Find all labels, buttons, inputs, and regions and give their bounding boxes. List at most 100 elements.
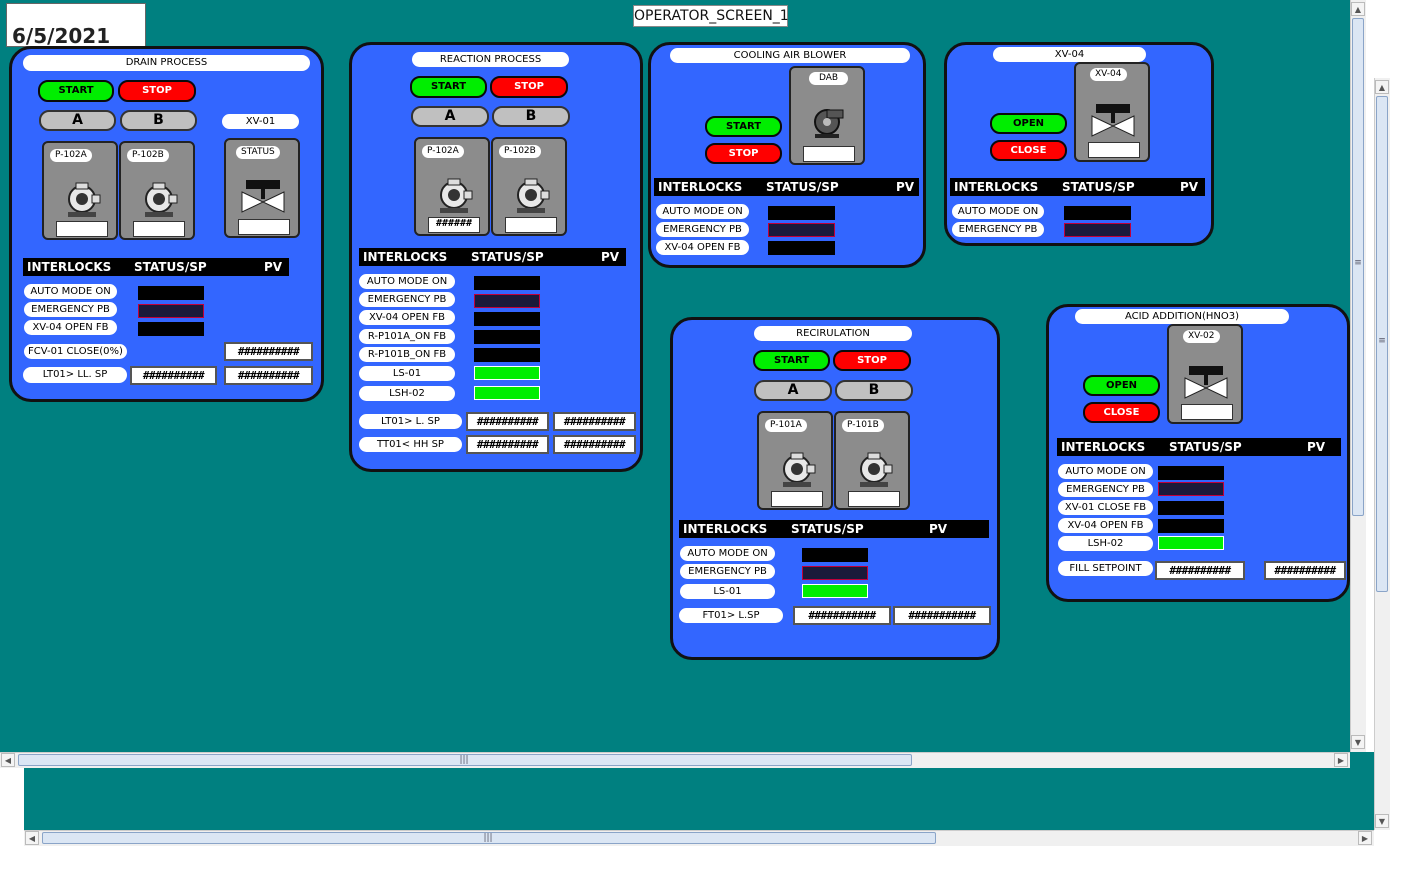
drain-auto-mode-indicator <box>138 286 204 300</box>
outer-scroll-left-arrow[interactable]: ◀ <box>25 831 39 845</box>
acid-valve[interactable]: XV-02 <box>1167 324 1243 424</box>
acid-auto-mode-label: AUTO MODE ON <box>1058 464 1153 479</box>
recirc-pump-b[interactable]: P-101B <box>834 411 910 510</box>
cooling-auto-mode-indicator <box>768 206 835 220</box>
acid-title: ACID ADDITION(HNO3) <box>1075 309 1289 324</box>
reaction-interlock-header: INTERLOCKS STATUS/SP PV <box>359 248 626 266</box>
recirc-ft-sp[interactable]: ########### <box>793 606 891 625</box>
acid-close-button[interactable]: CLOSE <box>1083 402 1160 423</box>
pump-value-box <box>56 221 108 237</box>
pump-icon <box>68 182 101 217</box>
acid-emergency-label: EMERGENCY PB <box>1058 482 1153 497</box>
recirc-pump-a[interactable]: P-101A <box>757 411 833 510</box>
cooling-xv04-indicator <box>768 241 835 255</box>
drain-stop-button[interactable]: STOP <box>118 80 196 102</box>
reaction-a-button[interactable]: A <box>411 106 489 127</box>
inner-scroll-down-arrow[interactable]: ▼ <box>1351 735 1365 749</box>
drain-start-button[interactable]: START <box>38 80 114 102</box>
xv04-interlock-header: INTERLOCKS STATUS/SP PV <box>950 178 1205 196</box>
recirc-auto-mode-label: AUTO MODE ON <box>680 546 775 561</box>
cooling-stop-button[interactable]: STOP <box>705 143 782 164</box>
xv04-close-button[interactable]: CLOSE <box>990 140 1067 161</box>
recirc-ft-label: FT01> L.SP <box>679 608 783 623</box>
inner-scroll-left-arrow[interactable]: ◀ <box>1 753 15 767</box>
outer-scroll-up-arrow[interactable]: ▲ <box>1375 80 1389 94</box>
recirc-start-button[interactable]: START <box>753 350 830 371</box>
recirc-ft-pv: ########### <box>893 606 991 625</box>
drain-lt-sp[interactable]: ########## <box>130 366 217 385</box>
reaction-b-button[interactable]: B <box>492 106 570 127</box>
reaction-interlock-indicator <box>474 312 540 326</box>
reaction-interlock-label: LS-01 <box>359 366 455 381</box>
recirc-a-button[interactable]: A <box>754 380 832 401</box>
valve-tag-label: XV-02 <box>1183 330 1220 343</box>
reaction-start-button[interactable]: START <box>410 76 487 98</box>
drain-pump-a[interactable]: P-102A <box>42 141 118 240</box>
recirc-auto-mode-indicator <box>802 548 868 562</box>
reaction-title: REACTION PROCESS <box>412 52 569 67</box>
drain-valve[interactable]: STATUS <box>224 138 300 238</box>
acid-interlock-label: XV-01 CLOSE FB <box>1058 500 1153 515</box>
drain-pump-b[interactable]: P-102B <box>119 141 195 240</box>
outer-scroll-down-arrow[interactable]: ▼ <box>1375 814 1389 828</box>
acid-interlock-indicator <box>1158 519 1224 533</box>
inner-horizontal-grip: ||| <box>459 755 469 765</box>
acid-emergency-indicator <box>1158 482 1224 496</box>
xv04-valve[interactable]: XV-04 <box>1074 62 1150 162</box>
drain-xv04-indicator <box>138 322 204 336</box>
reaction-emergency-indicator <box>474 294 540 308</box>
outer-horizontal-grip: ||| <box>483 833 493 843</box>
reaction-lt-label: LT01> L. SP <box>359 414 462 429</box>
cooling-auto-mode-label: AUTO MODE ON <box>656 204 749 219</box>
cooling-emergency-indicator <box>768 223 835 237</box>
reaction-lt-sp[interactable]: ########## <box>466 412 549 431</box>
reaction-stop-button[interactable]: STOP <box>490 76 568 98</box>
acid-open-button[interactable]: OPEN <box>1083 375 1160 396</box>
recirc-b-button[interactable]: B <box>835 380 913 401</box>
inner-scroll-up-arrow[interactable]: ▲ <box>1351 2 1365 16</box>
recirc-ls01-label: LS-01 <box>680 584 775 599</box>
valve-value-box <box>238 219 290 235</box>
reaction-lt-pv: ########## <box>553 412 636 431</box>
reaction-tt-label: TT01< HH SP <box>359 437 462 452</box>
pump-label: P-102B <box>127 149 169 162</box>
valve-value-box <box>1088 142 1140 158</box>
pump-label: P-102A <box>50 149 92 162</box>
pump-label: P-102A <box>422 145 464 158</box>
recirc-emergency-indicator <box>802 566 868 580</box>
acid-lsh02-indicator <box>1158 536 1224 550</box>
recirc-stop-button[interactable]: STOP <box>833 350 911 371</box>
reaction-interlock-label: R-P101A_ON FB <box>359 329 455 344</box>
reaction-interlock-label: XV-04 OPEN FB <box>359 310 455 325</box>
xv04-auto-mode-label: AUTO MODE ON <box>952 204 1044 219</box>
reaction-pump-a[interactable]: P-102A ###### <box>414 137 490 236</box>
cooling-blower[interactable]: DAB <box>789 66 865 165</box>
acid-auto-mode-indicator <box>1158 466 1224 480</box>
drain-a-button[interactable]: A <box>39 110 116 131</box>
acid-interlock-label: XV-04 OPEN FB <box>1058 518 1153 533</box>
acid-fill-sp[interactable]: ########## <box>1155 561 1245 580</box>
cooling-title: COOLING AIR BLOWER <box>670 48 910 63</box>
reaction-tt-sp[interactable]: ########## <box>466 435 549 454</box>
drain-fcv-label: FCV-01 CLOSE(0%) <box>24 344 127 359</box>
acid-interlock-label: LSH-02 <box>1058 536 1153 551</box>
reaction-tt-pv: ########## <box>553 435 636 454</box>
outer-scroll-right-arrow[interactable]: ▶ <box>1358 831 1372 845</box>
pump-value-box <box>133 221 185 237</box>
cooling-xv04-label: XV-04 OPEN FB <box>656 240 749 255</box>
recirc-emergency-label: EMERGENCY PB <box>680 564 775 579</box>
inner-scroll-right-arrow[interactable]: ▶ <box>1334 753 1348 767</box>
drain-b-button[interactable]: B <box>120 110 197 131</box>
acid-fill-label: FILL SETPOINT <box>1058 561 1153 576</box>
pump-icon <box>783 452 816 487</box>
valve-icon <box>241 180 285 213</box>
reaction-pump-b[interactable]: P-102B <box>491 137 567 236</box>
valve-status-label: STATUS <box>236 146 280 159</box>
recirc-interlock-header: INTERLOCKS STATUS/SP PV <box>679 520 989 538</box>
valve-icon <box>1184 366 1228 399</box>
xv04-open-button[interactable]: OPEN <box>990 113 1067 134</box>
pump-icon <box>517 178 550 213</box>
pump-label: P-101A <box>765 419 807 432</box>
drain-emergency-label: EMERGENCY PB <box>24 302 117 317</box>
cooling-start-button[interactable]: START <box>705 116 782 137</box>
